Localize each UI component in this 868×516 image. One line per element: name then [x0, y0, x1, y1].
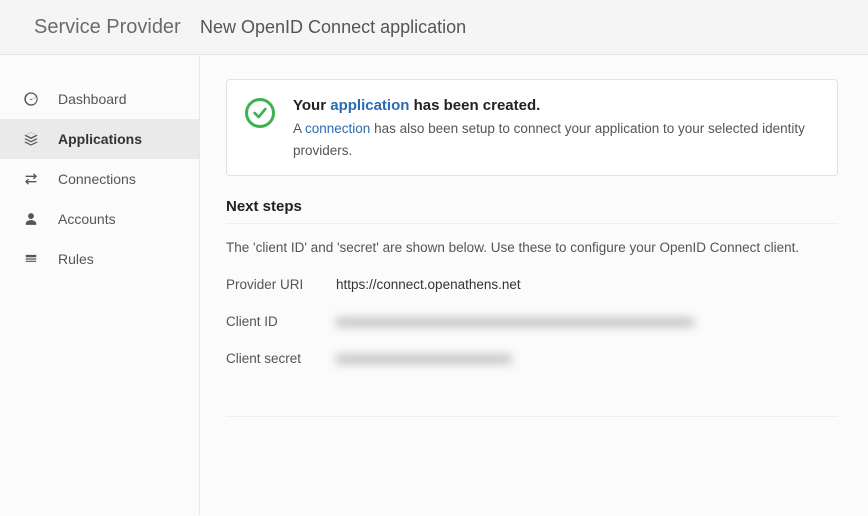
alert-title-prefix: Your [293, 97, 330, 114]
sidebar-item-label: Accounts [58, 211, 116, 227]
row-client-id: Client ID xxxxxxxxxxxxxxxxxxxxxxxxxxxxxx… [226, 314, 838, 329]
sidebar: Dashboard Applications Connections Accou… [0, 55, 200, 515]
sidebar-item-label: Applications [58, 131, 142, 147]
row-provider-uri: Provider URI https://connect.openathens.… [226, 277, 838, 292]
next-steps-heading: Next steps [226, 198, 838, 224]
check-icon [245, 98, 275, 128]
main-content: Your application has been created. A con… [200, 55, 868, 515]
label-provider-uri: Provider URI [226, 277, 336, 292]
rules-icon [22, 252, 40, 266]
connection-link[interactable]: connection [305, 121, 370, 136]
applications-icon [22, 131, 40, 147]
label-client-secret: Client secret [226, 351, 336, 366]
application-link[interactable]: application [330, 97, 409, 114]
success-alert: Your application has been created. A con… [226, 79, 838, 176]
row-client-secret: Client secret xxxxxxxxxxxxxxxxxxxxxxxxxx [226, 351, 838, 366]
sidebar-item-connections[interactable]: Connections [0, 159, 199, 199]
brand-title: Service Provider [0, 16, 200, 39]
alert-sub-suffix: has also been setup to connect your appl… [293, 121, 805, 158]
value-provider-uri: https://connect.openathens.net [336, 277, 521, 292]
next-steps-desc: The 'client ID' and 'secret' are shown b… [226, 240, 838, 255]
alert-subtext: A connection has also been setup to conn… [293, 118, 819, 161]
value-client-id: xxxxxxxxxxxxxxxxxxxxxxxxxxxxxxxxxxxxxxxx… [336, 314, 694, 329]
label-client-id: Client ID [226, 314, 336, 329]
alert-sub-prefix: A [293, 121, 305, 136]
sidebar-item-label: Dashboard [58, 91, 127, 107]
sidebar-item-label: Connections [58, 171, 136, 187]
connections-icon [22, 171, 40, 187]
sidebar-item-accounts[interactable]: Accounts [0, 199, 199, 239]
divider [226, 416, 838, 417]
dashboard-icon [22, 91, 40, 107]
topbar: Service Provider New OpenID Connect appl… [0, 0, 868, 55]
alert-title-suffix: has been created. [409, 97, 540, 114]
sidebar-item-applications[interactable]: Applications [0, 119, 199, 159]
value-client-secret: xxxxxxxxxxxxxxxxxxxxxxxxxx [336, 351, 512, 366]
page-title: New OpenID Connect application [200, 17, 466, 38]
alert-title: Your application has been created. [293, 94, 819, 118]
sidebar-item-rules[interactable]: Rules [0, 239, 199, 279]
sidebar-item-label: Rules [58, 251, 94, 267]
sidebar-item-dashboard[interactable]: Dashboard [0, 79, 199, 119]
accounts-icon [22, 211, 40, 227]
